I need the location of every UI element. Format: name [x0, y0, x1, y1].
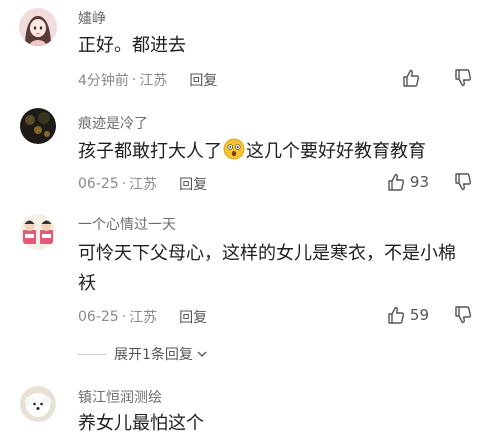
comment-meta: 4分钟前 · 江苏 回复	[78, 70, 217, 90]
like-button[interactable]	[401, 68, 421, 88]
thumbs-up-icon	[403, 69, 420, 87]
timestamp: 06-25	[78, 176, 119, 192]
avatar[interactable]	[20, 386, 56, 422]
separator: ·	[121, 309, 127, 325]
username[interactable]: 嫿峥	[78, 8, 106, 28]
timestamp: 06-25	[78, 309, 119, 325]
comment-meta: 06-25 · 江苏 回复	[78, 174, 207, 194]
avatar[interactable]	[19, 8, 57, 46]
dislike-button[interactable]	[453, 305, 473, 325]
timestamp: 4分钟前	[78, 73, 129, 89]
comment-1: 嫿峥 正好。都进去 4分钟前 · 江苏 回复	[0, 0, 499, 100]
like-button[interactable]: 93	[386, 172, 429, 192]
like-button[interactable]: 59	[386, 305, 429, 325]
thumbs-down-icon	[455, 306, 472, 324]
comment-actions: 93	[386, 172, 473, 192]
chevron-down-icon	[197, 351, 207, 357]
comment-meta: 06-25 · 江苏 回复	[78, 307, 207, 327]
thumbs-up-icon	[388, 306, 404, 324]
comment-text: 孩子都敢打大人了 这几个要好好教育教育	[78, 137, 478, 167]
avatar-night-scene	[20, 108, 56, 144]
comment-actions: 59	[386, 305, 473, 325]
location: 江苏	[139, 73, 168, 89]
username[interactable]: 镇江恒润测绘	[78, 387, 162, 407]
dislike-button[interactable]	[453, 68, 473, 88]
thumbs-down-icon	[455, 69, 472, 87]
comment-text-part-2: 这几个要好好教育教育	[246, 141, 426, 162]
expand-replies-button[interactable]: 展开1条回复	[78, 344, 208, 364]
avatar-cartoon-figures	[20, 214, 56, 250]
username[interactable]: 一个心情过一天	[78, 214, 176, 234]
like-count: 93	[409, 173, 429, 191]
comment-text: 可怜天下父母心，这样的女儿是寒衣，不是小棉 袄	[78, 239, 478, 299]
comment-2: 痕迹是冷了 孩子都敢打大人了 这几个要好好教育教育 06-25 · 江苏 回复 …	[0, 100, 499, 206]
comment-text-line-2: 袄	[78, 273, 96, 294]
shocked-face-icon	[223, 138, 245, 160]
comment-actions	[401, 68, 473, 88]
separator: ·	[121, 176, 127, 192]
avatar-girl-illustration	[19, 8, 57, 46]
comment-text: 正好。都进去	[78, 35, 186, 56]
thumbs-up-icon	[388, 173, 404, 191]
comment-text-part-1: 孩子都敢打大人了	[78, 141, 222, 162]
username[interactable]: 痕迹是冷了	[78, 113, 148, 133]
expand-replies-label: 展开1条回复	[114, 347, 193, 363]
reply-button[interactable]: 回复	[179, 307, 207, 327]
like-count: 59	[409, 306, 429, 324]
separator: ·	[131, 72, 137, 88]
comment-4: 镇江恒润测绘 养女儿最怕这个	[0, 374, 499, 441]
comment-text-line-1: 可怜天下父母心，这样的女儿是寒衣，不是小棉	[78, 243, 456, 264]
avatar[interactable]	[20, 108, 56, 144]
reply-button[interactable]: 回复	[189, 70, 217, 90]
thumbs-down-icon	[455, 173, 472, 191]
location: 江苏	[129, 310, 158, 326]
divider	[78, 353, 106, 355]
dislike-button[interactable]	[453, 172, 473, 192]
avatar[interactable]	[20, 214, 56, 250]
avatar-white-dog	[20, 386, 56, 422]
reply-button[interactable]: 回复	[179, 174, 207, 194]
comment-3: 一个心情过一天 可怜天下父母心，这样的女儿是寒衣，不是小棉 袄 06-25 · …	[0, 206, 499, 374]
comment-text: 养女儿最怕这个	[78, 413, 204, 434]
location: 江苏	[129, 177, 158, 193]
